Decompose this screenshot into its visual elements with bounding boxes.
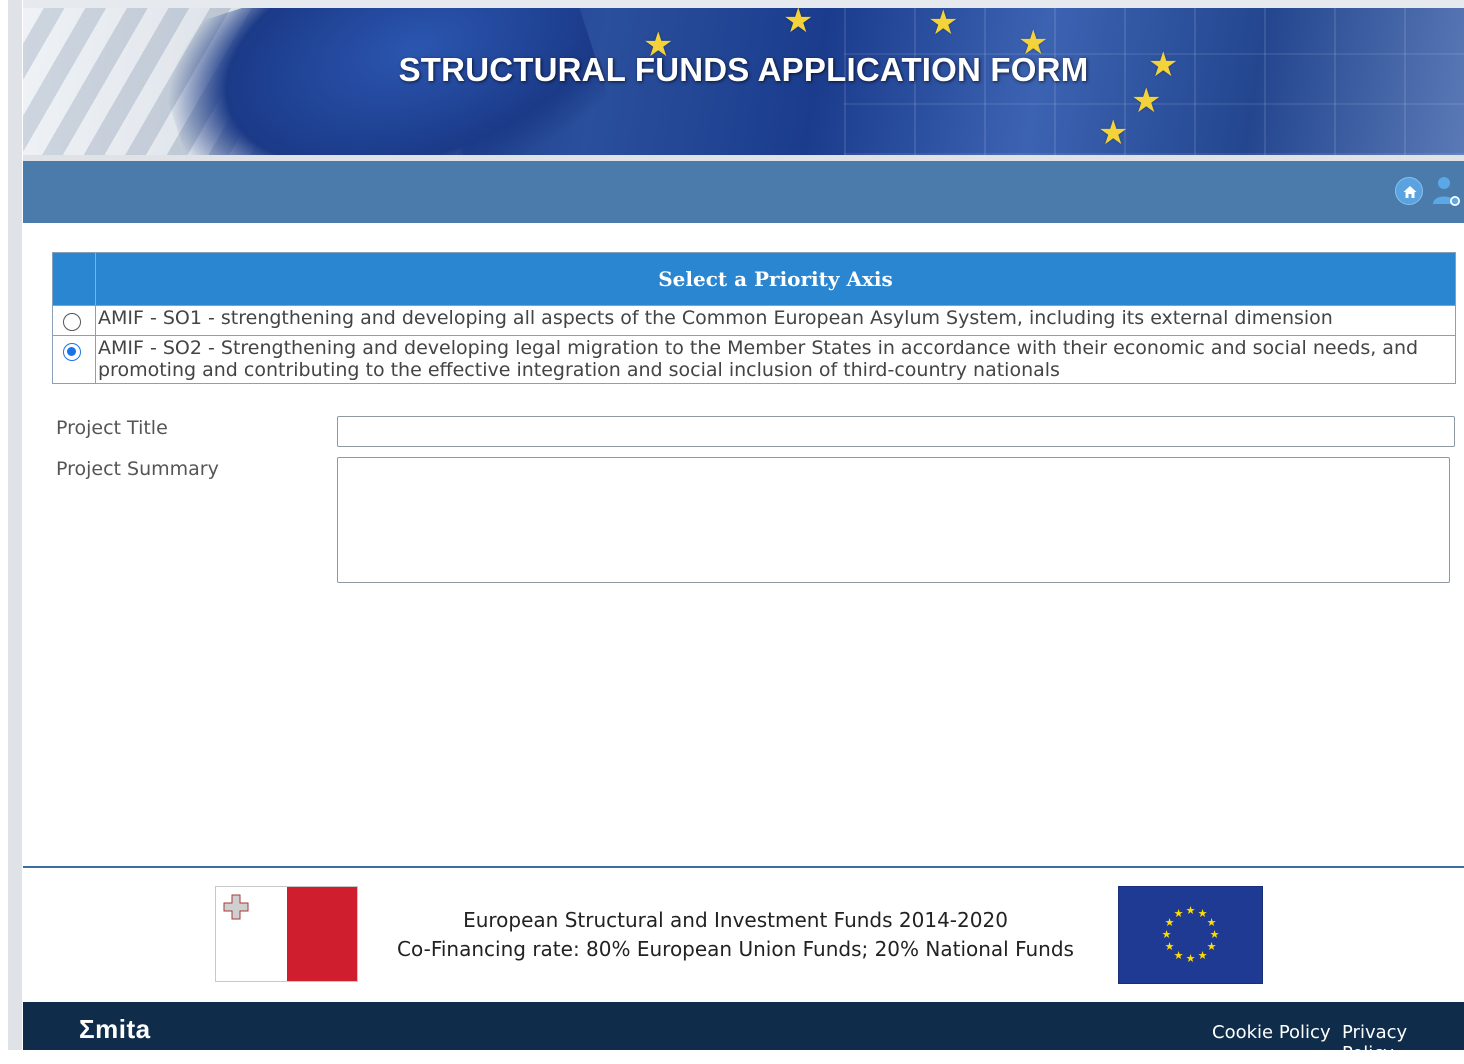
priority-axis-label-so1[interactable]: AMIF - SO1 - strengthening and developin…	[96, 306, 1455, 335]
user-account-button[interactable]	[1431, 174, 1461, 208]
home-button[interactable]	[1395, 177, 1423, 205]
svg-text:★: ★	[1207, 940, 1217, 953]
svg-text:★: ★	[1165, 940, 1175, 953]
eu-stars-icon: ★ ★ ★ ★ ★ ★ ★ ★ ★ ★ ★ ★	[1162, 904, 1220, 965]
george-cross-icon	[223, 894, 249, 920]
priority-axis-option[interactable]: AMIF - SO1 - strengthening and developin…	[53, 305, 1455, 335]
header-blank-cell	[53, 253, 96, 305]
bottom-bar: Σmita Cookie Policy Privacy Policy	[23, 1002, 1464, 1064]
priority-axis-table: Select a Priority Axis AMIF - SO1 - stre…	[52, 252, 1456, 384]
eu-flag-logo: ★ ★ ★ ★ ★ ★ ★ ★ ★ ★ ★ ★	[1118, 886, 1263, 984]
project-summary-label: Project Summary	[56, 458, 219, 480]
malta-flag-red-half	[287, 887, 357, 981]
project-summary-input[interactable]	[337, 457, 1450, 583]
priority-axis-option[interactable]: AMIF - SO2 - Strengthening and developin…	[53, 335, 1455, 383]
priority-axis-heading: Select a Priority Axis	[658, 267, 893, 291]
footer-divider	[23, 866, 1464, 868]
radio-cell	[53, 306, 96, 335]
svg-text:★: ★	[1174, 949, 1184, 962]
banner-star-icon: ★	[1098, 113, 1129, 153]
nav-bar	[23, 161, 1464, 223]
radio-cell	[53, 336, 96, 383]
project-title-input[interactable]	[337, 416, 1455, 447]
mita-logo[interactable]: Σmita	[79, 1014, 151, 1045]
cofinancing-text: Co-Financing rate: 80% European Union Fu…	[397, 937, 1074, 961]
svg-text:★: ★	[1162, 928, 1172, 941]
project-title-label: Project Title	[56, 417, 168, 439]
header-banner: ★ ★ ★ ★ ★ ★ ★ STRUCTURAL FUNDS APPLICATI…	[23, 8, 1464, 155]
page: ★ ★ ★ ★ ★ ★ ★ STRUCTURAL FUNDS APPLICATI…	[23, 0, 1464, 1064]
funds-text: European Structural and Investment Funds…	[463, 908, 1008, 932]
banner-star-icon: ★	[1131, 81, 1162, 121]
svg-text:★: ★	[1174, 907, 1184, 920]
priority-axis-header: Select a Priority Axis	[53, 253, 1455, 305]
left-gutter	[0, 0, 23, 1050]
malta-flag-logo	[215, 886, 358, 982]
cookie-policy-link[interactable]: Cookie Policy	[1212, 1022, 1331, 1043]
banner-star-icon: ★	[928, 8, 959, 43]
top-strip	[23, 0, 1464, 8]
svg-text:★: ★	[1186, 952, 1196, 965]
home-icon	[1403, 186, 1417, 198]
priority-axis-radio-so1[interactable]	[63, 313, 81, 331]
privacy-policy-link[interactable]: Privacy Policy	[1342, 1022, 1464, 1064]
priority-axis-radio-so2[interactable]	[63, 343, 81, 361]
priority-axis-label-so2[interactable]: AMIF - SO2 - Strengthening and developin…	[96, 336, 1455, 383]
page-title: STRUCTURAL FUNDS APPLICATION FORM	[398, 51, 1089, 88]
sigma-icon: Σ	[79, 1014, 96, 1044]
user-account-icon	[1433, 177, 1460, 206]
svg-text:★: ★	[1198, 949, 1208, 962]
mita-logo-text: mita	[95, 1014, 151, 1044]
banner-star-icon: ★	[783, 8, 814, 41]
svg-text:★: ★	[1186, 904, 1196, 917]
